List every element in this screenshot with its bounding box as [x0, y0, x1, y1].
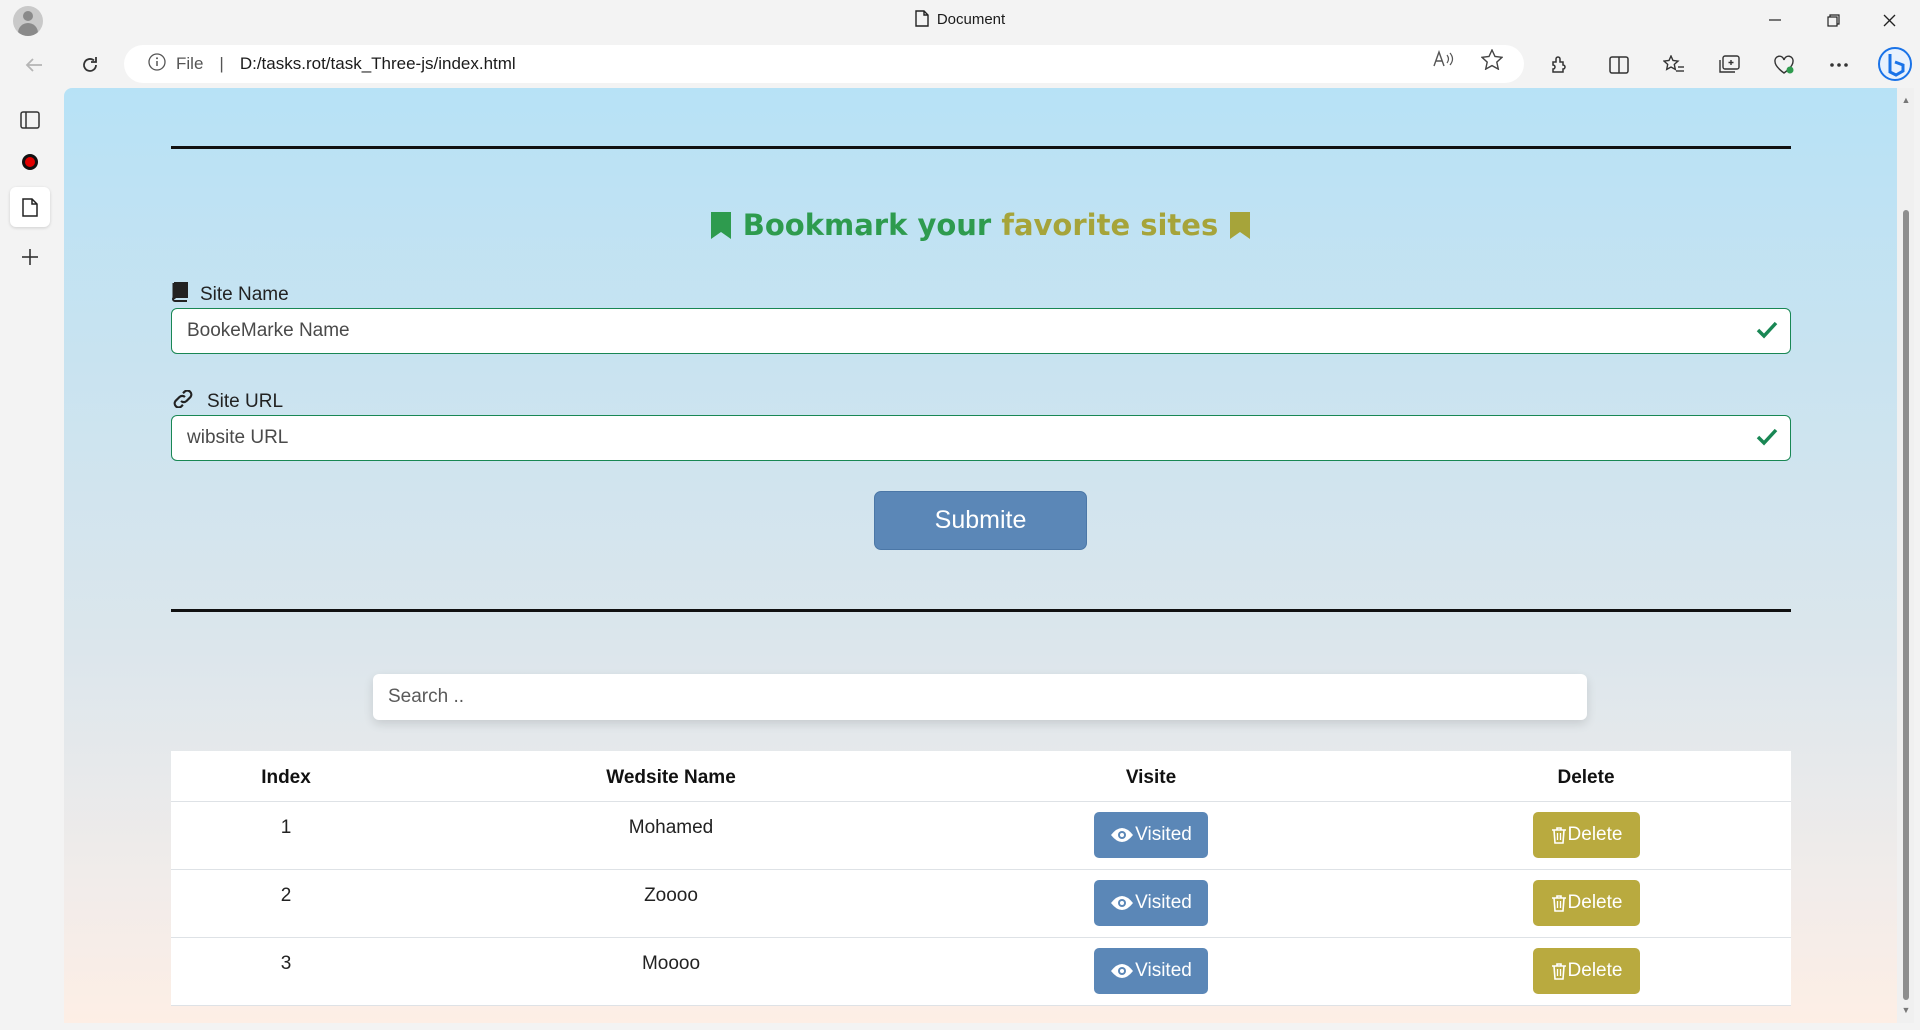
extensions-icon[interactable] — [1543, 50, 1575, 80]
refresh-icon[interactable] — [74, 50, 106, 80]
eye-icon — [1111, 964, 1134, 978]
address-separator: | — [219, 54, 224, 73]
search-placeholder: Search .. — [388, 686, 465, 707]
scrollbar-thumb[interactable] — [1903, 210, 1909, 1000]
read-aloud-icon[interactable] — [1427, 48, 1459, 70]
delete-button-label: Delete — [1567, 892, 1623, 913]
url-text[interactable]: D:/tasks.rot/task_Three-js/index.html — [240, 54, 516, 74]
minimize-icon[interactable] — [1752, 8, 1798, 32]
close-icon[interactable] — [1866, 8, 1912, 32]
vertical-tabs-sidebar — [0, 90, 62, 1030]
row-website-name: Mohamed — [628, 817, 714, 838]
row-index: 2 — [280, 885, 292, 906]
collections-icon[interactable] — [1713, 50, 1745, 80]
heading-text-green: Bookmark your — [742, 208, 992, 242]
bookmarks-table: Index Wedsite Name Visite Delete 1 Moham… — [171, 751, 1791, 1006]
trash-icon — [1551, 963, 1566, 980]
link-icon — [171, 389, 207, 414]
info-icon[interactable] — [148, 52, 166, 76]
table-row: 3 Moooo Visited Delete — [171, 938, 1791, 1006]
visit-button-label: Visited — [1135, 960, 1192, 981]
row-index: 1 — [280, 817, 292, 838]
site-name-input[interactable]: BookeMarke Name — [171, 308, 1791, 354]
table-row: 2 Zoooo Visited Delete — [171, 870, 1791, 938]
bookmark-green-icon — [709, 208, 743, 242]
header-index: Index — [261, 767, 311, 788]
window-title: Document — [0, 10, 1920, 31]
browser-essentials-icon[interactable] — [1768, 50, 1800, 80]
tab-actions-icon[interactable] — [10, 100, 50, 140]
split-screen-icon[interactable] — [1603, 50, 1635, 80]
back-arrow-icon[interactable] — [18, 50, 50, 80]
favorite-star-icon[interactable] — [1476, 48, 1508, 70]
site-url-label-text: Site URL — [207, 391, 284, 412]
row-website-name: Moooo — [641, 953, 701, 974]
restore-icon[interactable] — [1810, 8, 1856, 32]
visit-button-label: Visited — [1135, 892, 1192, 913]
trash-icon — [1551, 895, 1566, 912]
eye-icon — [1111, 828, 1134, 842]
trash-icon — [1551, 827, 1566, 844]
delete-button[interactable]: Delete — [1533, 880, 1640, 926]
address-bar[interactable]: File | D:/tasks.rot/task_Three-js/index.… — [124, 45, 1524, 83]
valid-check-icon — [1756, 321, 1778, 345]
visit-button[interactable]: Visited — [1094, 880, 1208, 926]
visit-button[interactable]: Visited — [1094, 812, 1208, 858]
search-input[interactable]: Search .. — [373, 674, 1587, 720]
scroll-down-arrow-icon[interactable]: ▼ — [1900, 1004, 1912, 1016]
delete-button-label: Delete — [1567, 960, 1623, 981]
submit-button[interactable]: Submite — [874, 491, 1087, 550]
book-icon — [171, 282, 200, 308]
visit-button[interactable]: Visited — [1094, 948, 1208, 994]
site-url-placeholder: wibsite URL — [187, 427, 289, 448]
browser-toolbar: File | D:/tasks.rot/task_Three-js/index.… — [0, 40, 1920, 90]
copilot-icon[interactable] — [1876, 44, 1914, 84]
visit-button-label: Visited — [1135, 824, 1192, 845]
header-website-name: Wedsite Name — [606, 767, 736, 788]
active-document-tab-icon[interactable] — [10, 187, 50, 227]
site-url-input[interactable]: wibsite URL — [171, 415, 1791, 461]
delete-button[interactable]: Delete — [1533, 948, 1640, 994]
bookmark-olive-icon — [1228, 208, 1252, 242]
page-heading: Bookmark your favorite sites — [64, 208, 1897, 242]
site-name-label-text: Site Name — [200, 284, 289, 305]
scroll-up-arrow-icon[interactable]: ▲ — [1900, 94, 1912, 106]
delete-button[interactable]: Delete — [1533, 812, 1640, 858]
favorites-list-icon[interactable] — [1658, 50, 1690, 80]
table-row: 1 Mohamed Visited Delete — [171, 802, 1791, 870]
site-url-label: Site URL — [171, 389, 284, 414]
page-viewport: Bookmark your favorite sites Site Name B… — [64, 88, 1897, 1023]
more-options-icon[interactable] — [1823, 50, 1855, 80]
valid-check-icon — [1756, 428, 1778, 452]
delete-button-label: Delete — [1567, 824, 1623, 845]
site-name-label: Site Name — [171, 282, 289, 308]
header-delete: Delete — [1557, 767, 1615, 788]
title-bar: Document — [0, 0, 1920, 40]
middle-divider — [171, 609, 1791, 612]
top-divider — [171, 146, 1791, 149]
window-title-text: Document — [936, 11, 1006, 28]
heading-text-olive: favorite sites — [1001, 208, 1219, 242]
recording-tab-icon[interactable] — [10, 142, 50, 182]
table-header-row: Index Wedsite Name Visite Delete — [171, 751, 1791, 802]
scheme-label: File — [176, 54, 204, 73]
eye-icon — [1111, 896, 1134, 910]
row-website-name: Zoooo — [644, 885, 698, 906]
row-index: 3 — [280, 953, 292, 974]
document-icon — [915, 10, 929, 31]
header-visit: Visite — [1125, 767, 1177, 788]
new-tab-plus-icon[interactable] — [10, 237, 50, 277]
site-name-placeholder: BookeMarke Name — [187, 320, 350, 341]
